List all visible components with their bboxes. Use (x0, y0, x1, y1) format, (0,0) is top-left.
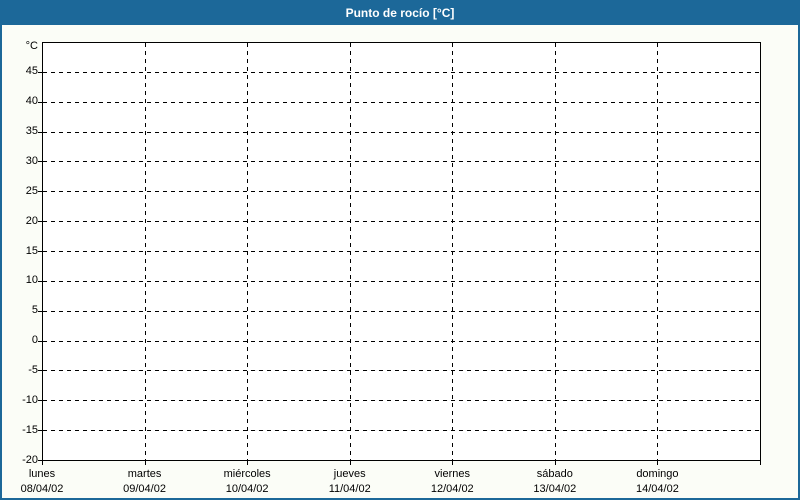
x-axis-day-label: miércoles (223, 468, 271, 480)
x-axis-day-label: domingo (636, 468, 679, 480)
y-axis-unit-label: °C (25, 40, 38, 52)
x-axis-day-label: sábado (536, 468, 573, 480)
y-axis-tick-label: 25 (25, 184, 38, 197)
x-axis-date-label: 11/04/02 (328, 483, 371, 495)
x-axis-date-label: 09/04/02 (123, 483, 166, 495)
y-axis-tick-label: 30 (25, 154, 38, 167)
x-axis-date-label: 10/04/02 (225, 483, 269, 495)
y-axis-tick-label: 0 (31, 334, 38, 347)
y-axis-tick-label: 5 (31, 304, 38, 317)
y-axis-tick-label: 10 (25, 274, 38, 287)
y-axis-tick-label: 40 (25, 95, 38, 108)
y-axis-tick-label: 45 (25, 65, 38, 78)
y-axis-tick-label: -15 (22, 423, 38, 436)
x-axis-day-label: lunes (28, 468, 56, 480)
y-axis-tick-label: 15 (25, 244, 38, 257)
x-axis-date-label: 14/04/02 (636, 483, 679, 495)
title-bar: Punto de rocío [°C] (0, 0, 800, 25)
x-axis-day-label: viernes (434, 468, 471, 480)
y-axis-tick-label: -20 (22, 453, 38, 466)
y-axis-tick-label: -10 (22, 393, 38, 406)
y-axis-tick-label: -5 (28, 363, 38, 376)
y-axis-tick-label: 20 (25, 214, 38, 227)
plot-grid (38, 42, 761, 465)
x-axis-date-label: 08/04/02 (20, 483, 64, 495)
x-axis-day-label: martes (127, 468, 162, 480)
x-axis-date-label: 12/04/02 (430, 483, 474, 495)
window-frame (0, 0, 800, 500)
chart-title: Punto de rocío [°C] (345, 5, 455, 20)
x-axis-date-label: 13/04/02 (533, 483, 577, 495)
y-axis-tick-label: 35 (25, 125, 38, 138)
x-axis-day-label: jueves (333, 468, 366, 480)
chart-window: Punto de rocío [°C] °C 45 40 35 30 25 20 15 10 5 0… (0, 0, 800, 500)
